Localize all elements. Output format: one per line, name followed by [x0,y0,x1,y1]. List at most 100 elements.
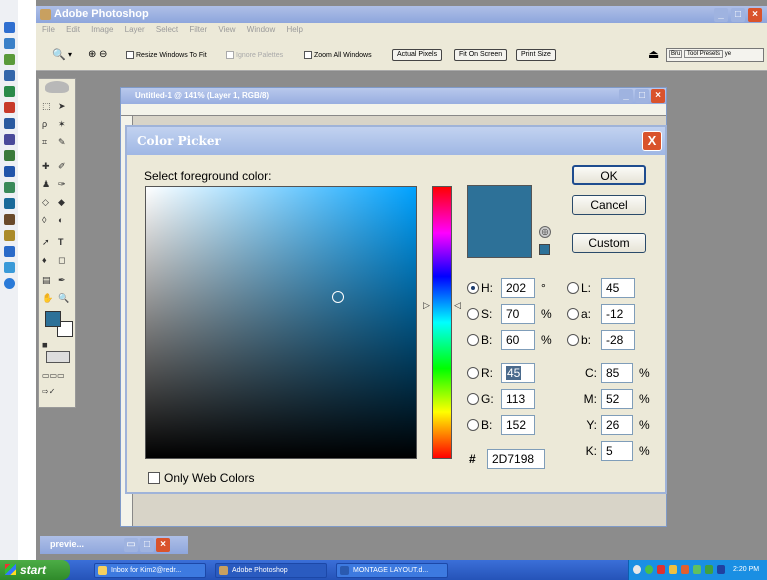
launch-icon[interactable] [4,166,15,177]
notes-tool-icon[interactable]: ▤ [42,275,51,286]
restore-icon[interactable]: ▭ [124,538,138,552]
yellow-input[interactable]: 26 [601,415,633,435]
hue-input[interactable]: 202 [501,278,535,298]
quick-mask-icon[interactable] [46,351,70,363]
menu-file[interactable]: File [42,25,55,34]
eyedropper-tool-icon[interactable]: ✒ [58,275,66,286]
launch-icon[interactable] [4,54,15,65]
magic-wand-tool-icon[interactable]: ✶ [58,119,66,130]
lasso-tool-icon[interactable]: ρ [42,119,47,129]
launch-icon[interactable] [4,86,15,97]
green-radio[interactable] [467,393,479,405]
green-input[interactable]: 113 [501,389,535,409]
zoom-all-windows-checkbox[interactable]: Zoom All Windows [304,51,372,59]
a-channel-radio[interactable] [567,308,579,320]
foreground-color-swatch[interactable] [45,311,61,327]
close-icon[interactable]: × [651,89,665,103]
hand-tool-icon[interactable]: ✋ [42,293,53,304]
bucket-tool-icon[interactable]: ◆ [58,197,65,208]
minimized-preview-window[interactable]: previe... ▭ □ × [40,536,188,554]
maximize-icon[interactable]: □ [140,538,154,552]
blue-input[interactable]: 152 [501,415,535,435]
close-icon[interactable]: × [156,538,170,552]
hex-input[interactable]: 2D7198 [487,449,545,469]
path-select-icon[interactable]: ➚ [42,237,50,248]
screen-mode-icon[interactable]: ▭▭▭ [42,371,65,380]
fit-on-screen-button[interactable]: Fit On Screen [454,49,508,61]
minimize-icon[interactable]: _ [619,89,633,103]
magenta-input[interactable]: 52 [601,389,633,409]
print-size-button[interactable]: Print Size [516,49,556,61]
file-browser-icon[interactable]: ⏏ [648,47,659,61]
a-channel-input[interactable]: -12 [601,304,635,324]
launch-icon[interactable] [4,278,15,289]
maximize-icon[interactable]: □ [731,8,745,22]
only-web-colors-checkbox[interactable]: Only Web Colors [148,471,254,485]
web-safe-color-swatch[interactable] [539,244,550,255]
minimize-icon[interactable]: _ [714,8,728,22]
menu-window[interactable]: Window [247,25,275,34]
b-channel-input[interactable]: -28 [601,330,635,350]
tray-icon[interactable] [645,565,653,574]
cancel-button[interactable]: Cancel [572,195,646,215]
launch-icon[interactable] [4,198,15,209]
menu-filter[interactable]: Filter [189,25,207,34]
hue-radio[interactable] [467,282,479,294]
dialog-close-button[interactable]: X [642,131,662,151]
healing-tool-icon[interactable]: ✚ [42,161,50,172]
stamp-tool-icon[interactable]: ♟ [42,179,50,190]
saturation-input[interactable]: 70 [501,304,535,324]
move-tool-icon[interactable]: ➤ [58,101,66,112]
zoom-in-icon[interactable]: ⊕ [88,49,96,60]
blur-tool-icon[interactable]: ◊ [42,215,46,225]
ok-button[interactable]: OK [572,165,646,185]
red-input[interactable]: 45 [501,363,535,383]
ignore-palettes-checkbox[interactable]: Ignore Palettes [226,51,283,59]
custom-button[interactable]: Custom [572,233,646,253]
tray-icon[interactable] [681,565,689,574]
taskbar-item-photoshop[interactable]: Adobe Photoshop [215,563,327,578]
shape-tool-icon[interactable]: ◻ [58,255,65,266]
close-icon[interactable]: × [748,8,762,22]
blue-radio[interactable] [467,419,479,431]
black-input[interactable]: 5 [601,441,633,461]
launch-icon[interactable] [4,246,15,257]
tray-icon[interactable] [669,565,677,574]
lightness-input[interactable]: 45 [601,278,635,298]
launch-icon[interactable] [4,38,15,49]
dodge-tool-icon[interactable]: ◐ [58,215,63,225]
launch-icon[interactable] [4,134,15,145]
cyan-input[interactable]: 85 [601,363,633,383]
tray-icon[interactable] [693,565,701,574]
launch-icon[interactable] [4,102,15,113]
checkbox-box[interactable] [148,472,160,484]
web-safe-warning-icon[interactable]: ◎ [539,226,551,238]
tab-tool-presets[interactable]: Tool Presets [684,50,724,58]
menu-image[interactable]: Image [91,25,113,34]
b-channel-radio[interactable] [567,334,579,346]
resize-windows-checkbox[interactable]: Resize Windows To Fit [126,51,207,59]
eraser-tool-icon[interactable]: ◇ [42,197,49,208]
jump-to-imageready-icon[interactable]: ⇨✓ [42,387,55,396]
start-button[interactable]: start [0,560,70,580]
launch-icon[interactable] [4,70,15,81]
launch-icon[interactable] [4,182,15,193]
hue-slider[interactable] [432,186,452,459]
actual-pixels-button[interactable]: Actual Pixels [392,49,443,61]
slice-tool-icon[interactable]: ✎ [58,137,66,148]
tab-brushes[interactable]: Bru [669,50,683,58]
marquee-tool-icon[interactable]: ⬚ [42,101,51,112]
launch-icon[interactable] [4,230,15,241]
menu-select[interactable]: Select [156,25,178,34]
tray-icon[interactable] [705,565,713,574]
launch-icon[interactable] [4,262,15,273]
menu-view[interactable]: View [218,25,235,34]
brightness-radio[interactable] [467,334,479,346]
crop-tool-icon[interactable]: ⌗ [42,137,47,148]
menu-edit[interactable]: Edit [66,25,80,34]
taskbar-item-montage[interactable]: MONTAGE LAYOUT.d... [336,563,448,578]
brush-tool-icon[interactable]: ✐ [58,161,66,172]
history-brush-icon[interactable]: ✑ [58,179,66,190]
default-colors-icon[interactable]: ◼ [42,341,48,349]
brightness-input[interactable]: 60 [501,330,535,350]
